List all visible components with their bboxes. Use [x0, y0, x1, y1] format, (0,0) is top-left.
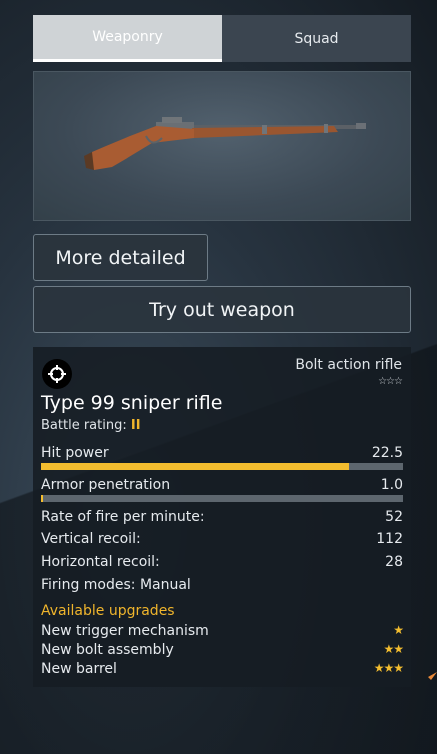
upgrade-item: New barrel ★★★ — [41, 661, 404, 677]
horizontal-recoil-value: 28 — [385, 554, 403, 570]
upgrade-item: New trigger mechanism ★ — [41, 623, 404, 639]
vertical-recoil-row: Vertical recoil: 112 — [41, 531, 403, 547]
upgrade-label: New trigger mechanism — [41, 623, 209, 639]
try-out-weapon-button[interactable]: Try out weapon — [33, 286, 411, 333]
horizontal-recoil-label: Horizontal recoil: — [41, 554, 160, 570]
hit-power-bar — [41, 463, 403, 470]
tab-bar: Weaponry Squad — [33, 15, 411, 62]
hit-power-row: Hit power 22.5 — [41, 445, 403, 461]
tab-squad-label: Squad — [294, 30, 339, 47]
rate-of-fire-label: Rate of fire per minute: — [41, 509, 205, 525]
hit-power-bar-fill — [41, 463, 349, 470]
upgrade-star-icon: ★★★ — [373, 661, 404, 675]
horizontal-recoil-row: Horizontal recoil: 28 — [41, 554, 403, 570]
vertical-recoil-label: Vertical recoil: — [41, 531, 141, 547]
battle-rating: Battle rating: II — [41, 418, 141, 433]
hit-power-value: 22.5 — [371, 445, 403, 461]
upgrade-item: New bolt assembly ★★ — [41, 642, 404, 658]
firing-modes-row: Firing modes: Manual — [41, 577, 403, 593]
upgrade-label: New barrel — [41, 661, 117, 677]
cursor-arrow-icon — [428, 672, 437, 680]
tab-weaponry-label: Weaponry — [92, 29, 163, 45]
tab-weaponry[interactable]: Weaponry — [33, 15, 222, 62]
weapon-preview — [33, 71, 411, 221]
rifle-image — [84, 117, 366, 170]
weapon-type: Bolt action rifle — [295, 357, 402, 373]
hit-power-label: Hit power — [41, 445, 109, 461]
weapon-info-card: Bolt action rifle ☆☆☆ Type 99 sniper rif… — [33, 347, 411, 687]
armor-penetration-label: Armor penetration — [41, 477, 171, 493]
crosshair-icon — [42, 359, 72, 389]
more-detailed-button[interactable]: More detailed — [33, 234, 208, 281]
armor-penetration-value: 1.0 — [380, 477, 403, 493]
upgrade-star-icon: ★ — [393, 623, 404, 637]
upgrade-label: New bolt assembly — [41, 642, 174, 658]
armor-penetration-bar-fill — [41, 495, 43, 502]
armor-penetration-row: Armor penetration 1.0 — [41, 477, 403, 493]
weapon-type-stars: ☆☆☆ — [378, 376, 403, 387]
upgrade-star-icon: ★★ — [383, 642, 403, 656]
vertical-recoil-value: 112 — [376, 531, 403, 547]
rate-of-fire-row: Rate of fire per minute: 52 — [41, 509, 403, 525]
upgrades-title: Available upgrades — [41, 603, 175, 619]
weapon-name: Type 99 sniper rifle — [41, 392, 223, 414]
firing-modes-label: Firing modes: Manual — [41, 577, 191, 593]
rate-of-fire-value: 52 — [385, 509, 403, 525]
battle-rating-label: Battle rating: — [41, 418, 127, 433]
armor-penetration-bar — [41, 495, 403, 502]
tab-squad[interactable]: Squad — [222, 15, 411, 62]
battle-rating-value: II — [130, 418, 141, 433]
